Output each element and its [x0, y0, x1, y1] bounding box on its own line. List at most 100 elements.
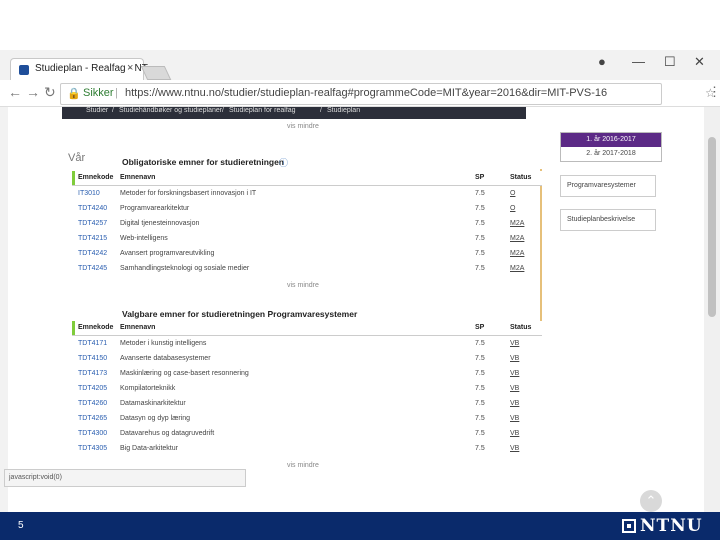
course-sp: 7.5: [475, 400, 485, 407]
elective-section-title: Valgbare emner for studieretningen Progr…: [122, 309, 358, 319]
course-code[interactable]: TDT4300: [78, 430, 107, 437]
breadcrumb-item[interactable]: Studiehåndbøker og studieplaner: [119, 107, 222, 114]
slide-footer: 5 NTNU: [0, 512, 720, 540]
table-row[interactable]: IT3010 Metoder for forskningsbasert inno…: [72, 187, 542, 202]
table-row[interactable]: TDT4150 Avanserte databasesystemer 7.5 V…: [72, 352, 542, 367]
year-1-button[interactable]: 1. år 2016-2017: [561, 133, 661, 147]
course-code[interactable]: TDT4265: [78, 415, 107, 422]
browser-tab[interactable]: Studieplan - Realfag - NT ×: [10, 58, 148, 81]
show-less-link[interactable]: vis mindre: [287, 123, 319, 130]
breadcrumb-item[interactable]: Studieplan: [327, 107, 360, 114]
browser-window: Studieplan - Realfag - NT × ● — ☐ ✕ ← → …: [0, 50, 720, 512]
course-code[interactable]: TDT4215: [78, 235, 107, 242]
secure-label: Sikker: [83, 87, 114, 99]
reload-icon[interactable]: ↻: [44, 84, 56, 101]
course-name: Datasyn og dyp læring: [120, 415, 191, 422]
course-sp: 7.5: [475, 430, 485, 437]
address-bar[interactable]: 🔒 Sikker | https://www.ntnu.no/studier/s…: [60, 83, 716, 105]
header-sp[interactable]: SP: [475, 324, 484, 331]
course-name: Avanserte databasesystemer: [120, 355, 211, 362]
table-row[interactable]: TDT4300 Datavarehus og datagruvedrift 7.…: [72, 427, 542, 442]
course-name: Avansert programvareutvikling: [120, 250, 215, 257]
header-accent: [72, 321, 75, 335]
course-name: Samhandlingsteknologi og sosiale medier: [120, 265, 250, 272]
show-less-link[interactable]: vis mindre: [287, 282, 319, 289]
course-status[interactable]: VB: [510, 430, 519, 437]
back-icon[interactable]: ←: [8, 84, 22, 100]
header-status[interactable]: Status: [510, 324, 531, 331]
year-selector: 1. år 2016-2017 2. år 2017-2018: [560, 132, 662, 162]
tab-strip: Studieplan - Realfag - NT × ● — ☐ ✕: [0, 50, 720, 81]
header-code[interactable]: Emnekode: [78, 174, 113, 181]
header-name[interactable]: Emnenavn: [120, 324, 155, 331]
info-icon[interactable]: ⓘ: [279, 156, 288, 169]
course-status[interactable]: M2A: [510, 235, 524, 242]
scrollbar-thumb[interactable]: [708, 137, 716, 317]
course-code[interactable]: IT3010: [78, 190, 100, 197]
forward-icon[interactable]: →: [26, 84, 40, 100]
header-name[interactable]: Emnenavn: [120, 174, 155, 181]
maximize-icon[interactable]: ☐: [664, 54, 676, 70]
url-text[interactable]: https://www.ntnu.no/studier/studieplan-r…: [125, 87, 607, 99]
breadcrumb-item[interactable]: Studieplan for realfag: [229, 107, 296, 114]
mandatory-section-title: Obligatoriske emner for studieretningen: [122, 157, 285, 167]
table-row[interactable]: TDT4240 Programvarearkitektur 7.5 O: [72, 202, 542, 217]
course-status[interactable]: VB: [510, 415, 519, 422]
course-code[interactable]: TDT4305: [78, 445, 107, 452]
course-status[interactable]: VB: [510, 340, 519, 347]
course-status[interactable]: M2A: [510, 265, 524, 272]
new-tab-button[interactable]: [140, 66, 172, 80]
header-sp[interactable]: SP: [475, 174, 484, 181]
programvaresystemer-link[interactable]: Programvaresystemer: [560, 175, 656, 197]
course-status[interactable]: VB: [510, 370, 519, 377]
course-status[interactable]: VB: [510, 445, 519, 452]
table-row[interactable]: TDT4257 Digital tjenesteinnovasjon 7.5 M…: [72, 217, 542, 232]
table-row[interactable]: TDT4245 Samhandlingsteknologi og sosiale…: [72, 262, 542, 277]
course-code[interactable]: TDT4240: [78, 205, 107, 212]
course-code[interactable]: TDT4171: [78, 340, 107, 347]
course-code[interactable]: TDT4242: [78, 250, 107, 257]
year-2-button[interactable]: 2. år 2017-2018: [561, 147, 661, 161]
close-window-icon[interactable]: ✕: [694, 54, 705, 70]
table-row[interactable]: TDT4215 Web-intelligens 7.5 M2A: [72, 232, 542, 247]
profile-icon[interactable]: ●: [598, 54, 606, 69]
scroll-to-top-icon[interactable]: ⌃: [640, 490, 662, 512]
course-code[interactable]: TDT4260: [78, 400, 107, 407]
course-status[interactable]: M2A: [510, 250, 524, 257]
course-status[interactable]: M2A: [510, 220, 524, 227]
course-sp: 7.5: [475, 265, 485, 272]
browser-menu-icon[interactable]: ⋮: [708, 84, 720, 100]
table-row[interactable]: TDT4242 Avansert programvareutvikling 7.…: [72, 247, 542, 262]
course-code[interactable]: TDT4150: [78, 355, 107, 362]
course-name: Datavarehus og datagruvedrift: [120, 430, 215, 437]
studieplanbeskrivelse-link[interactable]: Studieplanbeskrivelse: [560, 209, 656, 231]
header-status[interactable]: Status: [510, 174, 531, 181]
course-status[interactable]: VB: [510, 355, 519, 362]
minimize-icon[interactable]: —: [632, 54, 645, 69]
scrollbar[interactable]: [704, 107, 720, 512]
course-code[interactable]: TDT4245: [78, 265, 107, 272]
table-row[interactable]: TDT4305 Big Data-arkitektur 7.5 VB: [72, 442, 542, 457]
course-status[interactable]: O: [510, 190, 515, 197]
course-sp: 7.5: [475, 235, 485, 242]
table-row[interactable]: TDT4260 Datamaskinarkitektur 7.5 VB: [72, 397, 542, 412]
course-name: Metoder for forskningsbasert innovasjon …: [120, 190, 257, 197]
table-row[interactable]: TDT4205 Kompilatorteknikk 7.5 VB: [72, 382, 542, 397]
table-row[interactable]: TDT4173 Maskinlæring og case-basert reso…: [72, 367, 542, 382]
breadcrumb-separator: /: [320, 107, 322, 114]
course-name: Kompilatorteknikk: [120, 385, 176, 392]
course-status[interactable]: O: [510, 205, 515, 212]
course-code[interactable]: TDT4173: [78, 370, 107, 377]
table-row[interactable]: TDT4171 Metoder i kunstig intelligens 7.…: [72, 337, 542, 352]
course-sp: 7.5: [475, 205, 485, 212]
tab-close-icon[interactable]: ×: [127, 62, 133, 74]
table-row[interactable]: TDT4265 Datasyn og dyp læring 7.5 VB: [72, 412, 542, 427]
course-status[interactable]: VB: [510, 385, 519, 392]
course-code[interactable]: TDT4257: [78, 220, 107, 227]
show-less-link[interactable]: vis mindre: [287, 462, 319, 469]
course-status[interactable]: VB: [510, 400, 519, 407]
course-code[interactable]: TDT4205: [78, 385, 107, 392]
breadcrumb-item[interactable]: Studier: [86, 107, 108, 114]
header-code[interactable]: Emnekode: [78, 324, 113, 331]
ntnu-logo-text: NTNU: [640, 516, 703, 536]
